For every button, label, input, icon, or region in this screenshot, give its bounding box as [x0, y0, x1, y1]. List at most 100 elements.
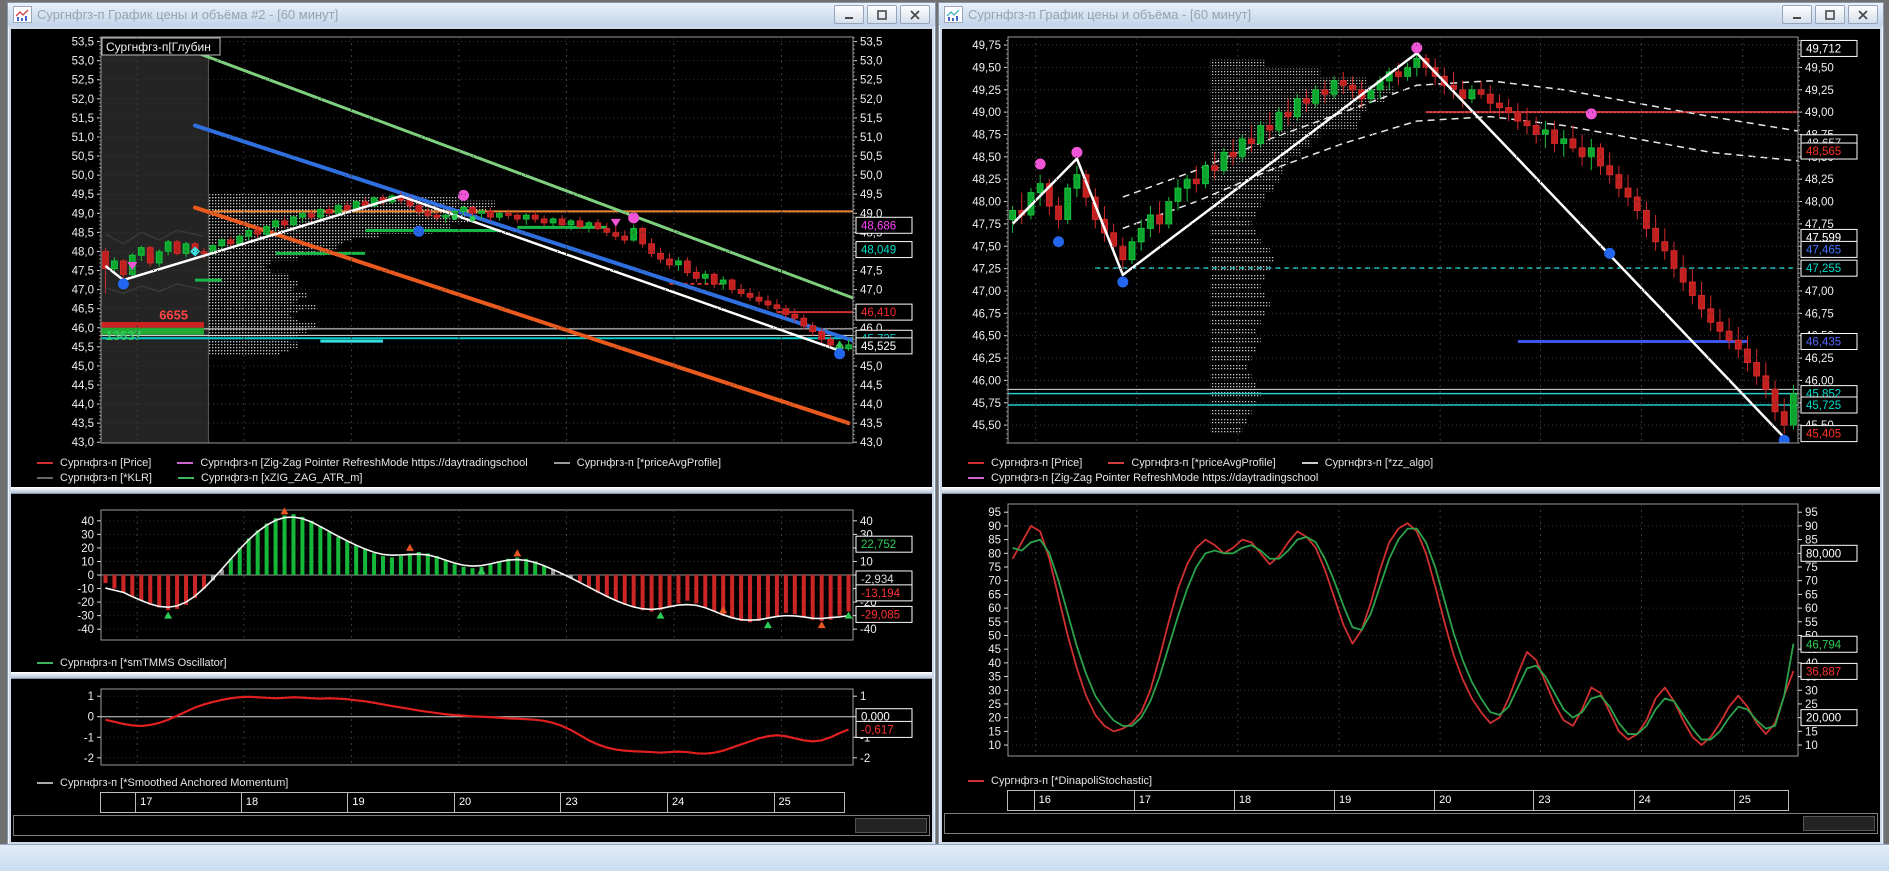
legend-label: Сургнфгз-п [Price]	[60, 456, 152, 469]
svg-text:49,25: 49,25	[1805, 85, 1834, 97]
chart-icon	[13, 6, 32, 23]
svg-text:80: 80	[988, 548, 1001, 560]
svg-text:46,410: 46,410	[861, 307, 896, 319]
chart-icon	[944, 6, 963, 23]
horizontal-scrollbar[interactable]	[13, 815, 930, 836]
svg-text:47,0: 47,0	[860, 285, 882, 297]
svg-text:47,25: 47,25	[972, 264, 1001, 276]
svg-text:47,0: 47,0	[72, 285, 94, 297]
time-axis-cell: 20	[453, 792, 562, 813]
svg-text:49,50: 49,50	[1805, 62, 1834, 74]
svg-text:45,0: 45,0	[860, 361, 882, 373]
price-volume-chart[interactable]: 45,5045,5045,7545,7546,0046,0046,2546,25…	[942, 29, 1880, 454]
price-volume-chart[interactable]: 6655 13637 43,0 43,0 43,5 43,5 44,0 44,0 44,5 44,…	[11, 29, 932, 454]
svg-text:0: 0	[88, 712, 94, 724]
time-axis-cell: 23	[560, 792, 668, 813]
legend-label: Сургнфгз-п [Zig-Zag Pointer RefreshMode …	[991, 471, 1319, 484]
tmms-oscillator-panel[interactable]: -40-40-30-30-20-20-10-100010102020303040…	[11, 494, 932, 654]
titlebar[interactable]: Сургнфгз-п График цены и объёма - [60 ми…	[939, 3, 1883, 26]
svg-text:51,5: 51,5	[860, 113, 882, 125]
panel-splitter[interactable]	[942, 487, 1880, 494]
legend-label: Сургнфгз-п [*Smoothed Anchored Momentum]	[60, 776, 289, 789]
maximize-button[interactable]	[1815, 5, 1845, 24]
horizontal-scrollbar[interactable]	[944, 813, 1878, 834]
momentum-panel[interactable]: -2-2-1-100110,000-0,617	[11, 679, 932, 774]
svg-text:Сургнфгз-п[Глубин: Сургнфгз-п[Глубин	[106, 40, 211, 54]
close-button[interactable]	[900, 5, 930, 24]
svg-text:52,0: 52,0	[72, 94, 94, 106]
svg-text:75: 75	[988, 562, 1001, 574]
svg-text:45,50: 45,50	[972, 420, 1001, 432]
legend-dash-icon	[177, 461, 194, 464]
svg-text:10: 10	[1805, 740, 1818, 752]
svg-text:30: 30	[81, 529, 94, 541]
time-axis-cell: 25	[773, 792, 845, 813]
time-axis-cell: 17	[1133, 790, 1235, 811]
svg-text:46,435: 46,435	[1806, 337, 1841, 349]
svg-text:20: 20	[81, 543, 94, 555]
scroll-thumb[interactable]	[1803, 816, 1875, 831]
scroll-thumb[interactable]	[855, 818, 927, 833]
svg-text:49,5: 49,5	[860, 189, 882, 201]
stochastic-panel[interactable]: 1010151520202525303035354040454550505555…	[942, 494, 1880, 772]
svg-text:48,5: 48,5	[72, 227, 94, 239]
svg-text:46,00: 46,00	[972, 375, 1001, 387]
time-axis-cell: 24	[667, 792, 775, 813]
legend-dash-icon	[37, 661, 53, 664]
legend-item: Сургнфгз-п [Zig-Zag Pointer RefreshMode …	[177, 457, 528, 469]
maximize-button[interactable]	[867, 5, 897, 24]
svg-text:15: 15	[988, 726, 1001, 738]
svg-text:51,0: 51,0	[860, 132, 882, 144]
time-axis-cell: 19	[347, 792, 455, 813]
svg-text:45,725: 45,725	[1806, 400, 1841, 412]
legend-dash-icon	[37, 781, 53, 784]
minimize-button[interactable]	[1782, 5, 1812, 24]
svg-text:43,5: 43,5	[860, 418, 882, 430]
svg-text:-40: -40	[860, 624, 877, 636]
svg-text:53,5: 53,5	[860, 37, 882, 49]
svg-text:53,0: 53,0	[860, 56, 882, 68]
svg-text:36,887: 36,887	[1806, 666, 1841, 678]
legend-dash-icon	[968, 461, 984, 464]
svg-text:46,5: 46,5	[72, 304, 94, 316]
svg-text:55: 55	[988, 617, 1001, 629]
close-button[interactable]	[1848, 5, 1878, 24]
svg-text:55: 55	[1805, 617, 1818, 629]
svg-text:43,0: 43,0	[72, 437, 94, 449]
svg-text:45,0: 45,0	[72, 361, 94, 373]
panel-splitter[interactable]	[11, 672, 932, 679]
svg-text:-2: -2	[860, 753, 870, 765]
legend-item: Сургнфгз-п [Price]	[37, 457, 151, 469]
svg-text:46,50: 46,50	[972, 331, 1001, 343]
svg-text:48,686: 48,686	[861, 220, 896, 232]
svg-text:49,5: 49,5	[72, 189, 94, 201]
time-axis-cell	[1007, 790, 1035, 811]
svg-text:65: 65	[1805, 589, 1818, 601]
oscillator-legend: Сургнфгз-п [*smTMMS Oscillator]	[11, 654, 932, 672]
minimize-button[interactable]	[834, 5, 864, 24]
svg-text:53,0: 53,0	[72, 56, 94, 68]
legend-item: Сургнфгз-п [Zig-Zag Pointer RefreshMode …	[968, 472, 1318, 484]
time-axis-cell: 19	[1333, 790, 1436, 811]
svg-text:43,0: 43,0	[860, 437, 882, 449]
panel-splitter[interactable]	[11, 487, 932, 494]
svg-text:52,5: 52,5	[860, 75, 882, 87]
svg-text:25: 25	[988, 699, 1001, 711]
svg-text:52,0: 52,0	[860, 94, 882, 106]
svg-text:-13,194: -13,194	[861, 588, 901, 600]
time-axis-cell	[100, 792, 137, 813]
svg-text:46,75: 46,75	[1805, 308, 1834, 320]
svg-text:47,50: 47,50	[972, 241, 1001, 253]
legend-item: Сургнфгз-п [*zz_algo]	[1301, 457, 1433, 469]
legend-item: Сургнфгз-п [*DinapoliStochastic]	[968, 775, 1152, 787]
titlebar[interactable]: Сургнфгз-п График цены и объёма #2 - [60…	[8, 3, 935, 26]
svg-text:48,25: 48,25	[1805, 174, 1834, 186]
svg-text:49,0: 49,0	[72, 208, 94, 220]
momentum-legend: Сургнфгз-п [*Smoothed Anchored Momentum]	[11, 774, 932, 792]
svg-text:40: 40	[988, 658, 1001, 670]
svg-text:49,712: 49,712	[1806, 43, 1841, 55]
legend-dash-icon	[1301, 461, 1318, 464]
time-axis-cell: 17	[135, 792, 242, 813]
svg-text:50,5: 50,5	[860, 151, 882, 163]
svg-text:52,5: 52,5	[72, 75, 94, 87]
